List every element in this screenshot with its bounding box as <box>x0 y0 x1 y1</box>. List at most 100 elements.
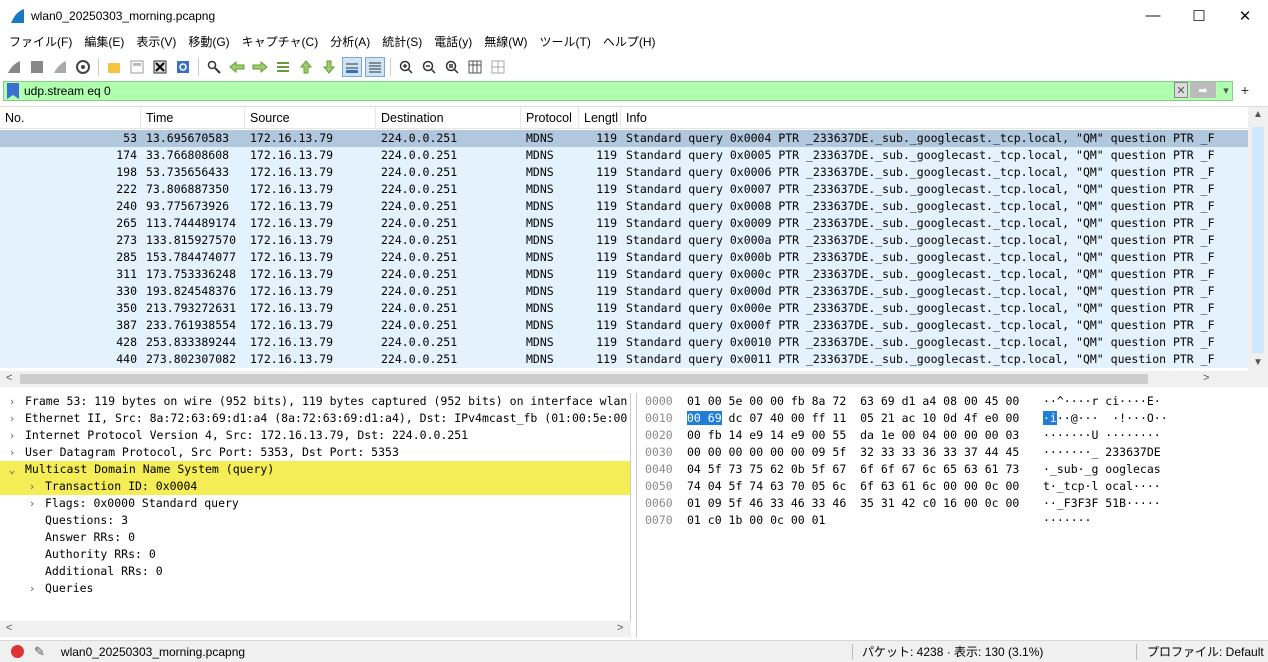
packet-row[interactable]: 440 273.802307082 172.16.13.79 224.0.0.251 M… <box>0 351 1248 368</box>
packet-row[interactable]: 311 173.753336248 172.16.13.79 224.0.0.251 M… <box>0 266 1248 283</box>
packet-list-horizontal-scrollbar[interactable]: < > <box>0 371 1268 387</box>
detail-tree-item[interactable]: › Internet Protocol Version 4, Src: 172.1… <box>0 427 630 444</box>
expand-arrow-icon[interactable]: › <box>26 495 38 512</box>
packet-row[interactable]: 428 253.833389244 172.16.13.79 224.0.0.251 M… <box>0 334 1248 351</box>
packet-row[interactable]: 174 33.766808608 172.16.13.79 224.0.0.251 MD… <box>0 147 1248 164</box>
minimize-button[interactable]: — <box>1130 0 1176 31</box>
detail-tree-item[interactable]: Questions: 3 <box>0 512 630 529</box>
clear-filter-icon[interactable]: ✕ <box>1174 82 1188 98</box>
column-header-source[interactable]: Source <box>245 107 376 129</box>
expert-info-icon[interactable] <box>11 645 24 658</box>
expanded-arrow-icon[interactable]: ⌄ <box>6 461 18 478</box>
detail-tree-item[interactable]: › Queries <box>0 580 630 597</box>
scrollbar-thumb[interactable] <box>20 374 1148 384</box>
restart-capture-icon[interactable] <box>50 57 70 77</box>
colorize-icon[interactable] <box>365 56 385 77</box>
hex-row[interactable]: 0040 04 5f 73 75 62 0b 5f 67 6f 6f 67 6c … <box>637 461 1268 478</box>
column-header-protocol[interactable]: Protocol <box>521 107 579 129</box>
hex-row[interactable]: 0050 74 04 5f 74 63 70 05 6c 6f 63 61 6c … <box>637 478 1268 495</box>
go-forward-icon[interactable] <box>250 57 270 77</box>
bookmark-icon[interactable] <box>7 83 19 99</box>
menu-tools[interactable]: ツール(T) <box>534 31 597 53</box>
packet-row[interactable]: 198 53.735656433 172.16.13.79 224.0.0.251 MD… <box>0 164 1248 181</box>
scroll-left-icon[interactable]: < <box>6 372 12 384</box>
menu-go[interactable]: 移動(G) <box>182 31 235 53</box>
hex-row[interactable]: 0010 00 69 dc 07 40 00 ff 11 05 21 ac 10 … <box>637 410 1268 427</box>
close-button[interactable]: ✕ <box>1222 0 1268 31</box>
layout-icon[interactable] <box>488 57 508 77</box>
menu-file[interactable]: ファイル(F) <box>3 31 78 53</box>
details-horizontal-scrollbar[interactable]: < > <box>0 621 631 637</box>
zoom-in-icon[interactable] <box>396 57 416 77</box>
add-filter-button[interactable]: + <box>1238 82 1252 98</box>
column-header-no[interactable]: No. <box>0 107 141 129</box>
open-file-icon[interactable] <box>104 57 124 77</box>
hex-row[interactable]: 0020 00 fb 14 e9 14 e9 00 55 da 1e 00 04 … <box>637 427 1268 444</box>
detail-tree-item[interactable]: › Frame 53: 119 bytes on wire (952 bits),… <box>0 393 630 410</box>
close-file-icon[interactable] <box>150 57 170 77</box>
find-packet-icon[interactable] <box>204 57 224 77</box>
menu-wireless[interactable]: 無線(W) <box>478 31 533 53</box>
detail-tree-item[interactable]: › Flags: 0x0000 Standard query <box>0 495 630 512</box>
expand-arrow-icon[interactable]: › <box>6 393 18 410</box>
autoscroll-icon[interactable] <box>342 56 362 77</box>
last-packet-icon[interactable] <box>319 57 339 77</box>
apply-filter-icon[interactable]: ➡ <box>1190 82 1216 98</box>
menu-telephony[interactable]: 電話(y) <box>428 31 478 53</box>
zoom-out-icon[interactable] <box>419 57 439 77</box>
first-packet-icon[interactable] <box>296 57 316 77</box>
go-to-packet-icon[interactable] <box>273 57 293 77</box>
column-header-time[interactable]: Time <box>141 107 245 129</box>
hex-row[interactable]: 0030 00 00 00 00 00 00 09 5f 32 33 33 36 … <box>637 444 1268 461</box>
go-back-icon[interactable] <box>227 57 247 77</box>
maximize-button[interactable]: ☐ <box>1176 0 1222 31</box>
save-file-icon[interactable] <box>127 57 147 77</box>
filter-history-icon[interactable]: ▾ <box>1219 82 1233 98</box>
menu-statistics[interactable]: 統計(S) <box>376 31 428 53</box>
detail-tree-item[interactable]: Answer RRs: 0 <box>0 529 630 546</box>
column-header-length[interactable]: Lengtl <box>579 107 621 129</box>
packet-row[interactable]: 265 113.744489174 172.16.13.79 224.0.0.251 M… <box>0 215 1248 232</box>
menu-edit[interactable]: 編集(E) <box>78 31 130 53</box>
expand-arrow-icon[interactable]: › <box>6 410 18 427</box>
menu-view[interactable]: 表示(V) <box>130 31 182 53</box>
packet-list-scrollbar[interactable]: ▲ ▼ <box>1248 107 1268 372</box>
resize-columns-icon[interactable] <box>465 57 485 77</box>
scrollbar-thumb[interactable] <box>1252 127 1264 353</box>
packet-row[interactable]: 273 133.815927570 172.16.13.79 224.0.0.251 M… <box>0 232 1248 249</box>
packet-row[interactable]: 53 13.695670583 172.16.13.79 224.0.0.251 MDN… <box>0 130 1248 147</box>
display-filter-input[interactable] <box>24 84 1154 98</box>
expand-arrow-icon[interactable]: › <box>26 580 38 597</box>
capture-options-icon[interactable] <box>73 57 93 77</box>
packet-row[interactable]: 222 73.806887350 172.16.13.79 224.0.0.251 MD… <box>0 181 1248 198</box>
expand-arrow-icon[interactable]: › <box>6 427 18 444</box>
status-profile[interactable]: プロファイル: Default <box>1147 643 1264 660</box>
packet-row[interactable]: 240 93.775673926 172.16.13.79 224.0.0.251 MD… <box>0 198 1248 215</box>
reload-file-icon[interactable] <box>173 57 193 77</box>
menu-analyze[interactable]: 分析(A) <box>324 31 376 53</box>
menu-capture[interactable]: キャプチャ(C) <box>236 31 325 53</box>
expand-arrow-icon[interactable]: › <box>26 478 38 495</box>
scroll-up-icon[interactable]: ▲ <box>1253 109 1263 120</box>
expand-arrow-icon[interactable]: › <box>6 444 18 461</box>
scroll-right-icon[interactable]: > <box>1203 372 1209 384</box>
detail-tree-item[interactable]: › User Datagram Protocol, Src Port: 5353,… <box>0 444 630 461</box>
packet-row[interactable]: 330 193.824548376 172.16.13.79 224.0.0.251 M… <box>0 283 1248 300</box>
scroll-right-icon[interactable]: > <box>617 622 623 634</box>
scroll-left-icon[interactable]: < <box>6 622 12 634</box>
detail-tree-item[interactable]: › Transaction ID: 0x0004 <box>0 478 630 495</box>
normal-size-icon[interactable] <box>442 57 462 77</box>
detail-tree-item[interactable]: ⌄ Multicast Domain Name System (query) <box>0 461 630 478</box>
packet-row[interactable]: 350 213.793272631 172.16.13.79 224.0.0.251 M… <box>0 300 1248 317</box>
menu-help[interactable]: ヘルプ(H) <box>597 31 662 53</box>
packet-row[interactable]: 285 153.784474077 172.16.13.79 224.0.0.251 M… <box>0 249 1248 266</box>
column-header-destination[interactable]: Destination <box>376 107 521 129</box>
detail-tree-item[interactable]: › Ethernet II, Src: 8a:72:63:69:d1:a4 (8a… <box>0 410 630 427</box>
detail-tree-item[interactable]: Authority RRs: 0 <box>0 546 630 563</box>
stop-capture-icon[interactable] <box>27 57 47 77</box>
start-capture-icon[interactable] <box>4 57 24 77</box>
column-header-info[interactable]: Info <box>621 107 1248 129</box>
capture-comment-icon[interactable]: ✎ <box>34 644 45 660</box>
hex-row[interactable]: 0000 01 00 5e 00 00 fb 8a 72 63 69 d1 a4 … <box>637 393 1268 410</box>
hex-row[interactable]: 0060 01 09 5f 46 33 46 33 46 35 31 42 c0 … <box>637 495 1268 512</box>
